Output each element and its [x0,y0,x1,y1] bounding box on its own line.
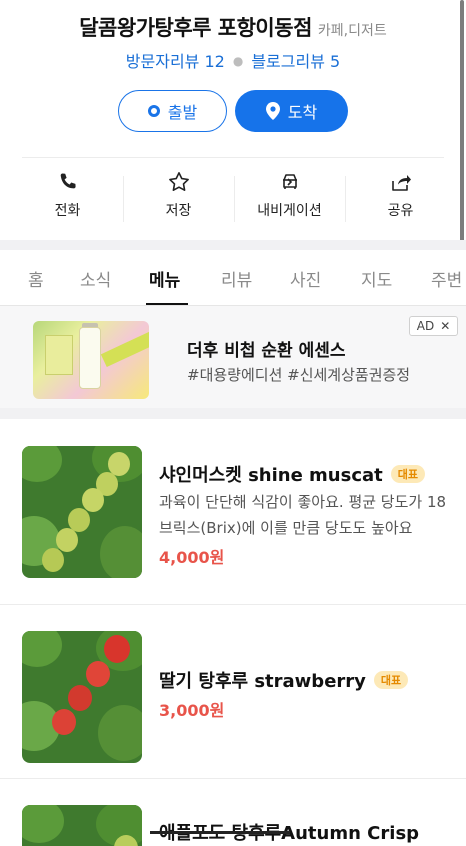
navigation-icon [282,174,297,189]
menu-item-photo [22,446,142,578]
arrive-button[interactable]: 도착 [235,90,348,132]
depart-label: 출발 [167,103,198,122]
signature-badge: 대표 [373,671,409,689]
phone-icon [60,173,76,189]
depart-button[interactable]: 출발 [118,90,227,132]
tab-photos[interactable]: 사진 [290,266,321,291]
menu-item[interactable]: 샤인머스켓 shine muscat 대표 과육이 단단해 식감이 좋아요. 평균… [0,419,466,605]
menu-item[interactable]: 애플포도 탕후루Autumn Crisp [0,779,466,846]
tab-reviews[interactable]: 리뷰 [221,266,252,291]
ad-banner[interactable]: 더후 비첩 순환 에센스 #대용량에디션 #신세계상품권증정 AD ✕ [0,306,466,408]
menu-item-name: 샤인머스켓 shine muscat 대표 [159,461,426,487]
save-label: 저장 [165,203,192,219]
strikethrough-mark [150,831,290,834]
section-gap [0,408,466,419]
ad-close-icon[interactable]: ✕ [440,319,450,333]
tab-menu[interactable]: 메뉴 [149,266,180,291]
menu-item-price: 3,000원 [159,701,225,720]
ad-title: 더후 비첩 순환 에센스 [187,341,346,361]
origin-icon [147,105,160,117]
tab-news[interactable]: 소식 [80,266,111,291]
menu-item-photo [22,805,142,846]
navigation-label: 내비게이션 [257,203,322,219]
menu-item[interactable]: 딸기 탕후루 strawberry 대표 3,000원 [0,605,466,779]
divider [22,157,444,158]
tab-home[interactable]: 홈 [28,266,44,291]
place-name: 달콤왕가탕후루 포항이동점 [79,16,312,40]
scroll-indicator[interactable] [460,0,464,258]
menu-item-description: 과육이 단단해 식감이 좋아요. 평균 당도가 18브릭스(Brix)에 이를 … [159,493,447,537]
save-action[interactable]: 저장 [123,170,234,226]
share-label: 공유 [387,203,414,219]
blog-reviews-link[interactable]: 블로그리뷰 5 [251,52,340,71]
separator-dot: ● [232,54,244,68]
visitor-reviews-link[interactable]: 방문자리뷰 12 [126,52,225,71]
review-links: 방문자리뷰 12 ● 블로그리뷰 5 [0,48,466,72]
navigation-action[interactable]: 내비게이션 [234,170,345,226]
place-category: 카페,디저트 [317,23,387,39]
share-action[interactable]: 공유 [345,170,456,226]
ad-badge: AD ✕ [409,316,458,336]
tab-map[interactable]: 지도 [361,266,392,291]
menu-item-name: 딸기 탕후루 strawberry 대표 [159,667,409,693]
ad-product-image [33,321,149,399]
call-action[interactable]: 전화 [12,170,123,226]
action-bar: 전화 저장 내비게이션 공유 [12,170,456,226]
signature-badge: 대표 [390,465,426,483]
ad-label: AD [416,319,435,333]
arrive-label: 도착 [287,103,318,122]
place-header: 달콤왕가탕후루 포항이동점 카페,디저트 방문자리뷰 12 ● 블로그리뷰 5 출발 … [0,0,466,240]
menu-item-price: 4,000원 [159,548,225,567]
title-row: 달콤왕가탕후루 포항이동점 카페,디저트 [0,12,466,42]
ad-subtitle: #대용량에디션 #신세계상품권증정 [187,366,411,384]
menu-item-title: 딸기 탕후루 strawberry [159,671,366,692]
menu-item-photo [22,631,142,763]
star-icon [168,172,189,191]
menu-item-title: 샤인머스켓 shine muscat [159,465,383,486]
share-icon [391,175,411,191]
call-label: 전화 [54,203,81,219]
location-pin-icon [265,102,280,120]
tab-nearby[interactable]: 주변 [431,266,462,291]
tab-bar: 홈 소식 메뉴 리뷰 사진 지도 주변 [0,250,466,306]
section-gap [0,240,466,250]
